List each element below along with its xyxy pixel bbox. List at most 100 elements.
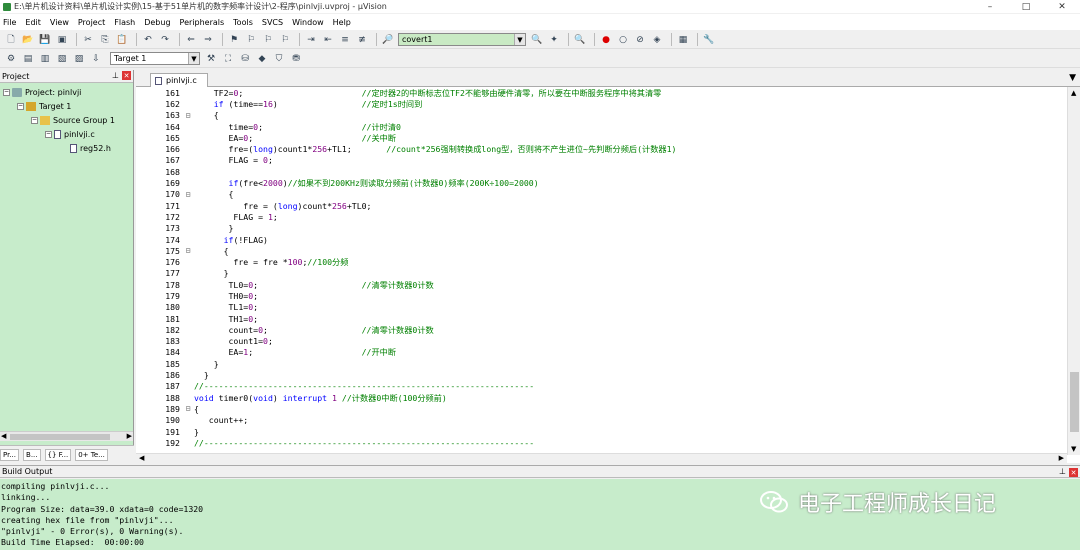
menu-window[interactable]: Window xyxy=(292,18,324,27)
tree-node-file-h[interactable]: reg52.h xyxy=(0,141,133,155)
code-text: if(!FLAG) xyxy=(223,234,268,245)
scroll-right-icon[interactable]: ▶ xyxy=(127,432,132,440)
find-icon[interactable]: 🔍 xyxy=(530,33,544,46)
fold-icon[interactable]: ⊟ xyxy=(182,111,194,120)
undo-icon[interactable]: ↶ xyxy=(141,33,155,46)
paste-icon[interactable]: 📋 xyxy=(115,33,129,46)
scroll-right-icon[interactable]: ▶ xyxy=(1059,454,1064,462)
scroll-thumb[interactable] xyxy=(1070,372,1079,432)
tab-books[interactable]: B... xyxy=(23,448,41,461)
toolbar-separator xyxy=(76,33,77,46)
find-in-files-icon[interactable]: 🔎 xyxy=(381,33,395,46)
select-packs-icon[interactable]: ◆ xyxy=(255,52,269,65)
scroll-up-icon[interactable]: ▲ xyxy=(1071,89,1076,97)
bookmark-clear-icon[interactable]: ⚐ xyxy=(278,33,292,46)
scroll-down-icon[interactable]: ▼ xyxy=(1071,445,1076,453)
cut-icon[interactable]: ✂ xyxy=(81,33,95,46)
close-icon[interactable]: ✕ xyxy=(122,71,131,80)
breakpoint-clear-icon[interactable]: ⊘ xyxy=(633,33,647,46)
file-extensions-icon[interactable]: ⛶ xyxy=(221,52,235,65)
menu-project[interactable]: Project xyxy=(78,18,105,27)
code-text: } xyxy=(194,426,199,437)
scroll-left-icon[interactable]: ◀ xyxy=(1,432,6,440)
open-file-icon[interactable]: 📂 xyxy=(21,33,35,46)
editor-tab-pinlvji[interactable]: pinlvji.c xyxy=(150,73,208,87)
copy-icon[interactable]: ⎘ xyxy=(98,33,112,46)
redo-icon[interactable]: ↷ xyxy=(158,33,172,46)
tab-project[interactable]: Pr... xyxy=(0,448,20,461)
save-icon[interactable]: 💾 xyxy=(38,33,52,46)
translate-icon[interactable]: ⚙ xyxy=(4,52,18,65)
manage-components-icon[interactable]: ⛁ xyxy=(238,52,252,65)
batch-build-icon[interactable]: ▧ xyxy=(55,52,69,65)
fold-icon[interactable]: ⊟ xyxy=(182,404,194,413)
indent-icon[interactable]: ⇥ xyxy=(304,33,318,46)
window-layout-icon[interactable]: ▦ xyxy=(676,33,690,46)
save-all-icon[interactable]: ▣ xyxy=(55,33,69,46)
zoom-icon[interactable]: 🔍 xyxy=(573,33,587,46)
menu-help[interactable]: Help xyxy=(333,18,351,27)
stop-build-icon[interactable]: ▨ xyxy=(72,52,86,65)
nav-back-icon[interactable]: ⇐ xyxy=(184,33,198,46)
chevron-down-icon[interactable]: ▼ xyxy=(514,34,525,45)
menu-file[interactable]: File xyxy=(3,18,16,27)
menu-edit[interactable]: Edit xyxy=(25,18,41,27)
target-select[interactable]: Target 1 ▼ xyxy=(110,52,200,65)
wrench-icon[interactable]: 🔧 xyxy=(702,33,716,46)
nav-forward-icon[interactable]: ⇒ xyxy=(201,33,215,46)
tab-functions[interactable]: {} F... xyxy=(44,448,72,461)
breakpoint-disable-icon[interactable]: ○ xyxy=(616,33,630,46)
bookmark-prev-icon[interactable]: ⚐ xyxy=(244,33,258,46)
uncomment-icon[interactable]: ≢ xyxy=(355,33,369,46)
collapse-icon[interactable]: − xyxy=(45,130,52,138)
menu-debug[interactable]: Debug xyxy=(144,18,170,27)
pack-installer-icon[interactable]: ⛉ xyxy=(272,52,286,65)
tab-templates[interactable]: 0+ Te... xyxy=(75,448,108,461)
unindent-icon[interactable]: ⇤ xyxy=(321,33,335,46)
tree-node-project[interactable]: − Project: pinlvji xyxy=(0,85,133,99)
collapse-icon[interactable]: − xyxy=(17,102,24,110)
code-line: 165 EA=0; //关中断 xyxy=(136,132,1066,143)
minimize-button[interactable]: – xyxy=(972,0,1008,13)
breakpoint-icon[interactable]: ● xyxy=(599,33,613,46)
collapse-icon[interactable]: − xyxy=(3,88,10,96)
target-options-icon[interactable]: ⚒ xyxy=(204,52,218,65)
chevron-down-icon[interactable]: ▼ xyxy=(188,53,199,64)
collapse-icon[interactable]: − xyxy=(31,116,38,124)
menu-peripherals[interactable]: Peripherals xyxy=(180,18,225,27)
rebuild-icon[interactable]: ▥ xyxy=(38,52,52,65)
folder-icon xyxy=(40,115,50,125)
menu-tools[interactable]: Tools xyxy=(233,18,253,27)
menu-flash[interactable]: Flash xyxy=(114,18,135,27)
rte-icon[interactable]: ⛃ xyxy=(289,52,303,65)
build-icon[interactable]: ▤ xyxy=(21,52,35,65)
breakpoint-kill-icon[interactable]: ◈ xyxy=(650,33,664,46)
find-combo[interactable]: covert1 ▼ xyxy=(398,33,526,46)
tree-node-file-c[interactable]: − pinlvji.c xyxy=(0,127,133,141)
bookmark-icon[interactable]: ⚑ xyxy=(227,33,241,46)
tree-node-source-group[interactable]: − Source Group 1 xyxy=(0,113,133,127)
menu-view[interactable]: View xyxy=(50,18,69,27)
editor-hscrollbar[interactable]: ◀ ▶ xyxy=(136,453,1067,463)
tree-node-target[interactable]: − Target 1 xyxy=(0,99,133,113)
pin-icon[interactable]: ⊥ xyxy=(1059,467,1066,476)
fold-icon[interactable]: ⊟ xyxy=(182,190,194,199)
maximize-button[interactable]: □ xyxy=(1008,0,1044,13)
pin-icon[interactable]: ⊥ xyxy=(112,71,119,80)
chevron-down-icon[interactable]: ▼ xyxy=(1069,73,1076,83)
bookmark-next-icon[interactable]: ⚐ xyxy=(261,33,275,46)
scroll-left-icon[interactable]: ◀ xyxy=(139,454,144,462)
fold-icon[interactable]: ⊟ xyxy=(182,246,194,255)
line-number: 167 xyxy=(165,155,180,166)
comment-icon[interactable]: ≡ xyxy=(338,33,352,46)
menu-svcs[interactable]: SVCS xyxy=(262,18,283,27)
new-file-icon[interactable]: 🗋 xyxy=(4,33,18,46)
code-area[interactable]: 161 TF2=0; //定时器2的中断标志位TF2不能够由硬件清零，所以要在中… xyxy=(136,87,1066,447)
project-hscrollbar[interactable]: ◀ ▶ xyxy=(0,431,133,441)
editor-vscrollbar[interactable]: ▲ ▼ xyxy=(1067,87,1080,455)
scroll-thumb[interactable] xyxy=(10,434,110,440)
close-window-button[interactable]: ✕ xyxy=(1044,0,1080,13)
wand-icon[interactable]: ✦ xyxy=(547,33,561,46)
close-icon[interactable]: ✕ xyxy=(1069,468,1078,477)
download-icon[interactable]: ⇩ xyxy=(89,52,103,65)
